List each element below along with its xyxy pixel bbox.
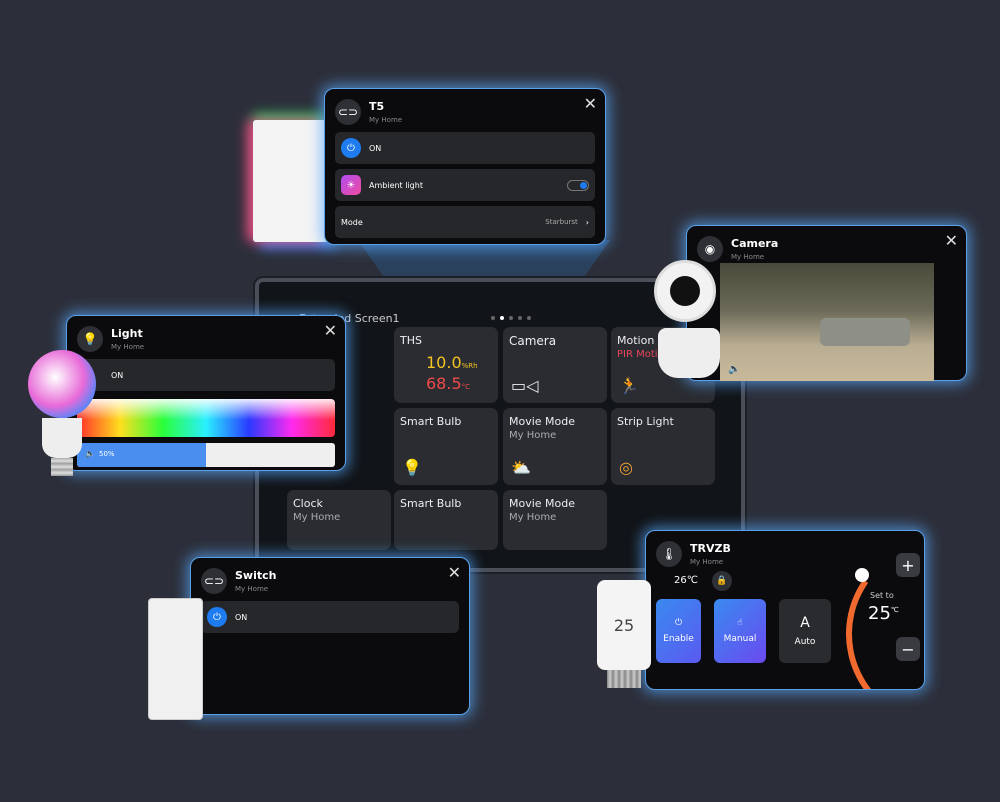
power-row[interactable]: ON (77, 359, 335, 391)
panel-title: Light (111, 327, 143, 340)
hand-icon: ☝ (737, 618, 743, 628)
tile-subtitle: My Home (293, 512, 341, 523)
camera-device-image (654, 260, 722, 385)
tile-subtitle: My Home (509, 512, 557, 523)
ambient-light-label: Ambient light (369, 180, 423, 190)
tile-movie-mode[interactable]: Movie Mode My Home ⛅ (503, 408, 607, 485)
enable-label: Enable (663, 634, 694, 644)
tile-title: Movie Mode (509, 415, 576, 428)
auto-label: Auto (794, 637, 816, 647)
panel-subtitle: My Home (731, 253, 765, 261)
close-icon[interactable]: ✕ (584, 94, 597, 113)
power-label: ON (111, 370, 124, 380)
panel-subtitle: My Home (111, 343, 145, 351)
tile-title: THS (400, 334, 422, 347)
panel-title: TRVZB (690, 542, 731, 555)
panel-subtitle: My Home (369, 116, 403, 124)
bulb-icon: 💡 (77, 326, 103, 352)
bulb-device-image (28, 350, 96, 480)
panel-title: T5 (369, 100, 385, 113)
panel-title: Switch (235, 569, 277, 582)
tile-ths[interactable]: THS 10.0%Rh 68.5°C (394, 327, 498, 403)
panel-subtitle: My Home (235, 585, 269, 593)
device-display: 25 (597, 580, 651, 670)
tile-subtitle: My Home (509, 430, 557, 441)
manual-label: Manual (723, 634, 757, 644)
switch-device-image (148, 598, 203, 720)
enable-button[interactable]: ⏻ Enable (656, 599, 701, 663)
mode-row[interactable]: Mode Starburst › (335, 206, 595, 238)
panel-title: Camera (731, 237, 779, 250)
tile-title: Strip Light (617, 415, 674, 428)
bulb-icon: 💡 (402, 458, 422, 477)
humidity-value: 10.0 (426, 353, 462, 372)
tile-title: Smart Bulb (400, 415, 462, 428)
switch-icon: ⊂⊃ (201, 568, 227, 594)
close-icon[interactable]: ✕ (448, 563, 461, 582)
weather-icon: ⛅ (511, 458, 531, 477)
power-label: ON (369, 143, 382, 153)
thermostat-icon: 🌡 (656, 541, 682, 567)
camera-panel: ◉ Camera My Home ✕ 🔈 (686, 225, 967, 381)
switch-icon: ⊂⊃ (335, 99, 361, 125)
power-row[interactable]: ⏻ ON (201, 601, 459, 633)
tile-smart-bulb-2[interactable]: Smart Bulb (394, 490, 498, 550)
set-temperature: 25 (868, 603, 891, 624)
tile-title: Camera (509, 334, 557, 348)
power-icon: ⏻ (674, 618, 683, 628)
switch-panel: ⊂⊃ Switch My Home ✕ ⏻ ON (190, 557, 470, 715)
auto-icon: A (800, 615, 810, 631)
camera-icon: ▭◁ (511, 376, 539, 395)
brightness-slider[interactable]: 🔈 50% (77, 443, 335, 467)
ambient-light-toggle[interactable] (567, 179, 589, 191)
tile-title: Smart Bulb (400, 497, 462, 510)
tile-smart-bulb[interactable]: Smart Bulb 💡 (394, 408, 498, 485)
ambient-light-icon: ☀ (341, 175, 361, 195)
brightness-value: 50% (99, 450, 115, 458)
tile-clock[interactable]: Clock My Home (287, 490, 391, 550)
dial-handle[interactable] (855, 568, 869, 582)
humidity-unit: %Rh (461, 362, 478, 370)
power-label: ON (235, 612, 248, 622)
manual-button[interactable]: ☝ Manual (714, 599, 766, 663)
camera-feed[interactable]: 🔈 (720, 263, 934, 381)
temperature-unit: °C (461, 383, 471, 391)
minus-button[interactable]: − (896, 637, 920, 661)
trvzb-panel: 🌡 TRVZB My Home 26℃ 🔒 ⏻ Enable ☝ Manual A Aut… (645, 530, 925, 690)
t5-panel: ⊂⊃ T5 My Home ✕ ⏻ ON ☀ Ambient light Mode Sta… (324, 88, 606, 245)
speaker-icon[interactable]: 🔈 (728, 364, 740, 375)
light-panel: 💡 Light My Home ✕ ON 🔈 50% (66, 315, 346, 471)
plus-button[interactable]: + (896, 553, 920, 577)
tile-camera[interactable]: Camera ▭◁ (503, 327, 607, 403)
lock-icon[interactable]: 🔒 (712, 571, 732, 591)
motion-icon: 🏃 (619, 376, 639, 395)
power-icon[interactable]: ⏻ (341, 138, 361, 158)
trvzb-device-image: 25 (597, 580, 651, 688)
tile-title: Movie Mode (509, 497, 576, 510)
strip-light-icon: ◎ (619, 458, 633, 477)
mode-label: Mode (341, 217, 363, 227)
auto-button[interactable]: A Auto (779, 599, 831, 663)
temperature-value: 68.5 (426, 374, 462, 393)
power-icon[interactable]: ⏻ (207, 607, 227, 627)
set-temperature-unit: ℃ (890, 606, 899, 614)
chevron-right-icon: › (585, 217, 589, 227)
tile-strip-light[interactable]: Strip Light ◎ (611, 408, 715, 485)
ambient-light-row: ☀ Ambient light (335, 169, 595, 201)
current-temperature: 26℃ (674, 575, 698, 586)
panel-subtitle: My Home (690, 558, 724, 566)
camera-icon: ◉ (697, 236, 723, 262)
mode-value: Starburst (545, 218, 578, 226)
close-icon[interactable]: ✕ (945, 231, 958, 250)
close-icon[interactable]: ✕ (324, 321, 337, 340)
tile-title: Clock (293, 497, 323, 510)
page-indicator[interactable] (491, 316, 531, 320)
tile-movie-mode-2[interactable]: Movie Mode My Home (503, 490, 607, 550)
set-to-label: Set to (870, 591, 894, 600)
t5-device-image (253, 120, 328, 242)
color-picker[interactable] (77, 399, 335, 437)
power-row[interactable]: ⏻ ON (335, 132, 595, 164)
